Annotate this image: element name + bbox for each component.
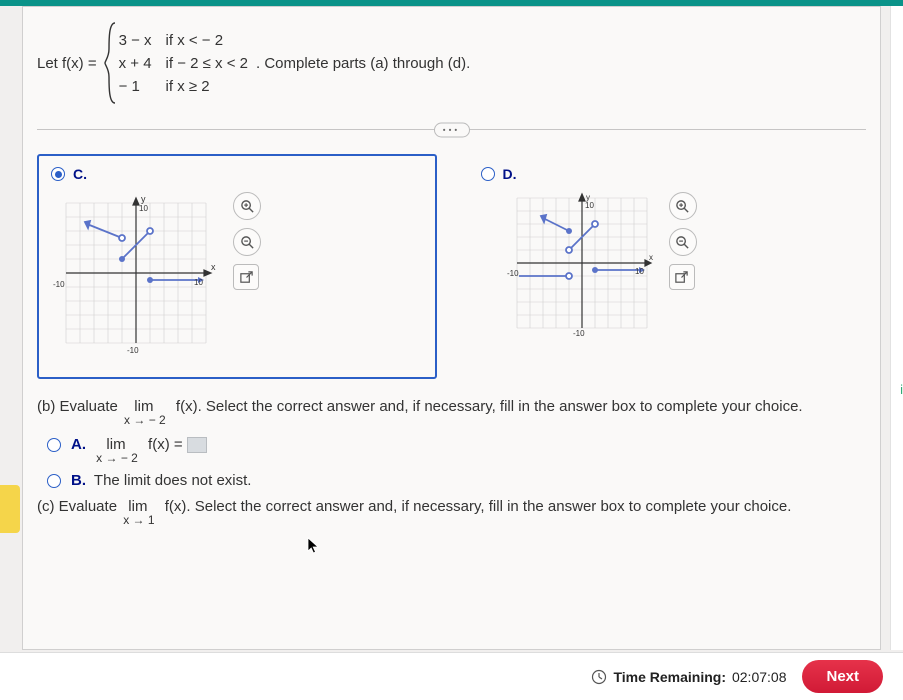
- answer-input-box[interactable]: [187, 437, 207, 453]
- graph-c: y x 10 -10 10 -10: [51, 188, 221, 363]
- choice-c-label: C.: [73, 166, 87, 182]
- popout-button[interactable]: [233, 264, 259, 290]
- part-b-sub: x → − 2: [124, 414, 166, 426]
- svg-text:10: 10: [194, 278, 203, 287]
- expand-pill[interactable]: •••: [434, 122, 470, 137]
- popout-icon: [674, 270, 689, 285]
- x-axis-label: x: [211, 262, 216, 272]
- time-value: 02:07:08: [732, 669, 787, 685]
- right-gutter: i: [890, 6, 903, 650]
- time-label: Time Remaining:: [613, 669, 726, 685]
- svg-text:-10: -10: [127, 346, 139, 355]
- svg-text:10: 10: [635, 267, 644, 276]
- choice-d-label: D.: [503, 166, 517, 182]
- zoom-in-icon: [675, 199, 690, 214]
- zoom-in-button[interactable]: [233, 192, 261, 220]
- svg-text:x: x: [649, 253, 653, 262]
- option-a-expr: f(x) =: [148, 436, 183, 453]
- option-a-sub: x → − 2: [96, 452, 138, 464]
- svg-text:10: 10: [585, 201, 594, 210]
- let-fx-label: Let f(x) =: [37, 55, 97, 72]
- svg-text:10: 10: [139, 204, 148, 213]
- popout-button[interactable]: [669, 264, 695, 290]
- option-b-label: B.: [71, 472, 86, 489]
- piece3-expr: − 1: [119, 78, 152, 95]
- part-b-prompt: (b) Evaluate lim x → − 2 f(x). Select th…: [37, 397, 866, 426]
- time-remaining: Time Remaining: 02:07:08: [591, 669, 786, 685]
- piece1-cond: if x < − 2: [166, 32, 248, 49]
- clock-icon: [591, 669, 607, 685]
- left-brace-icon: [103, 21, 119, 105]
- zoom-in-icon: [240, 199, 255, 214]
- complete-parts-text: . Complete parts (a) through (d).: [256, 55, 470, 72]
- option-a-lim: lim: [106, 437, 125, 452]
- divider: •••: [37, 129, 866, 130]
- option-a-label: A.: [71, 436, 86, 453]
- choice-c[interactable]: C.: [37, 154, 437, 379]
- option-b-row[interactable]: B. The limit does not exist.: [47, 472, 866, 489]
- part-b-lim: lim: [134, 399, 153, 414]
- part-c-fx: f(x).: [165, 498, 191, 515]
- zoom-out-icon: [240, 235, 255, 250]
- radio-option-b[interactable]: [47, 474, 61, 488]
- part-c-suffix: Select the correct answer and, if necess…: [195, 498, 792, 515]
- problem-statement: Let f(x) = 3 − x if x < − 2 x + 4 if − 2…: [37, 21, 866, 105]
- zoom-in-button[interactable]: [669, 192, 697, 220]
- footer-bar: Time Remaining: 02:07:08 Next: [0, 652, 903, 700]
- part-c-sub: x → 1: [123, 514, 154, 526]
- option-a-row[interactable]: A. lim x → − 2 f(x) =: [47, 436, 866, 464]
- svg-text:-10: -10: [53, 280, 65, 289]
- popout-icon: [239, 270, 254, 285]
- part-c-prefix: (c) Evaluate: [37, 498, 121, 515]
- graph-d: y x 10 -10 10 -10: [507, 188, 657, 343]
- option-b-text: The limit does not exist.: [94, 472, 252, 489]
- zoom-out-button[interactable]: [669, 228, 697, 256]
- side-marker-tab: [0, 485, 20, 533]
- part-c-lim: lim: [128, 499, 147, 514]
- svg-text:-10: -10: [507, 269, 519, 278]
- zoom-out-icon: [675, 235, 690, 250]
- piece3-cond: if x ≥ 2: [166, 78, 248, 95]
- piecewise-definition: 3 − x if x < − 2 x + 4 if − 2 ≤ x < 2 − …: [103, 21, 248, 105]
- question-page: Let f(x) = 3 − x if x < − 2 x + 4 if − 2…: [22, 6, 881, 650]
- radio-option-a[interactable]: [47, 438, 61, 452]
- next-button[interactable]: Next: [802, 660, 883, 693]
- piece1-expr: 3 − x: [119, 32, 152, 49]
- zoom-out-button[interactable]: [233, 228, 261, 256]
- radio-choice-c[interactable]: [51, 167, 65, 181]
- radio-choice-d[interactable]: [481, 167, 495, 181]
- choice-d[interactable]: D.: [467, 154, 867, 379]
- part-c-prompt: (c) Evaluate lim x → 1 f(x). Select the …: [37, 497, 866, 526]
- svg-text:-10: -10: [573, 329, 585, 338]
- graph-choices-row: C.: [37, 154, 866, 379]
- part-b-suffix: Select the correct answer and, if necess…: [206, 398, 803, 415]
- piece2-expr: x + 4: [119, 55, 152, 72]
- y-axis-label: y: [141, 194, 146, 204]
- part-b-prefix: (b) Evaluate: [37, 398, 122, 415]
- part-b-fx: f(x).: [176, 398, 202, 415]
- piece2-cond: if − 2 ≤ x < 2: [166, 55, 248, 72]
